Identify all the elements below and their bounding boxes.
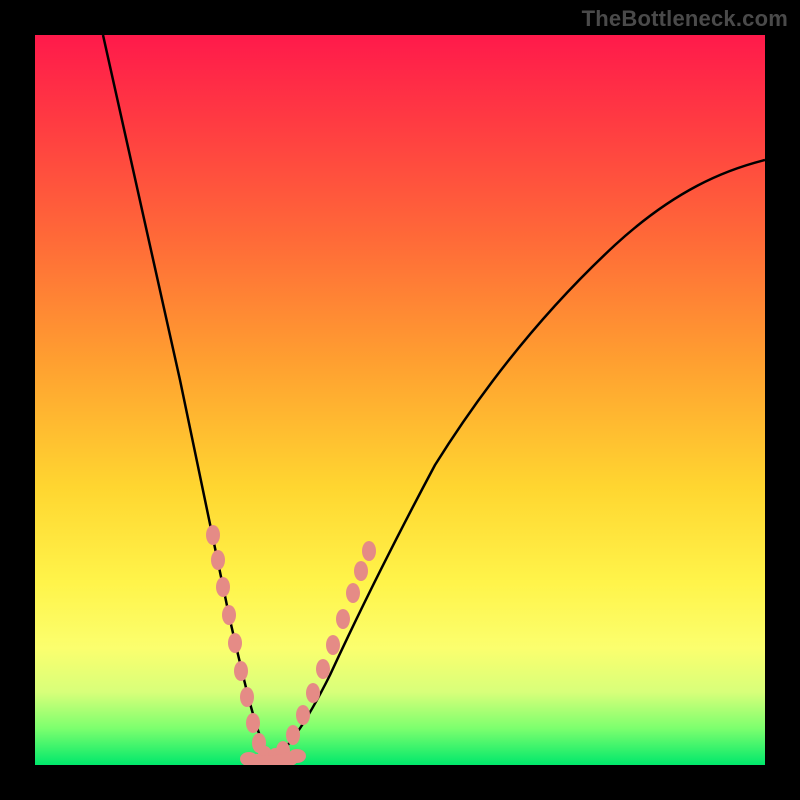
left-curve <box>103 35 270 761</box>
plot-area <box>35 35 765 765</box>
chart-svg <box>35 35 765 765</box>
right-dots-group <box>268 541 376 765</box>
left-dots-group <box>206 525 272 764</box>
watermark-text: TheBottleneck.com <box>582 6 788 32</box>
chart-frame: TheBottleneck.com <box>0 0 800 800</box>
right-curve <box>270 160 765 761</box>
